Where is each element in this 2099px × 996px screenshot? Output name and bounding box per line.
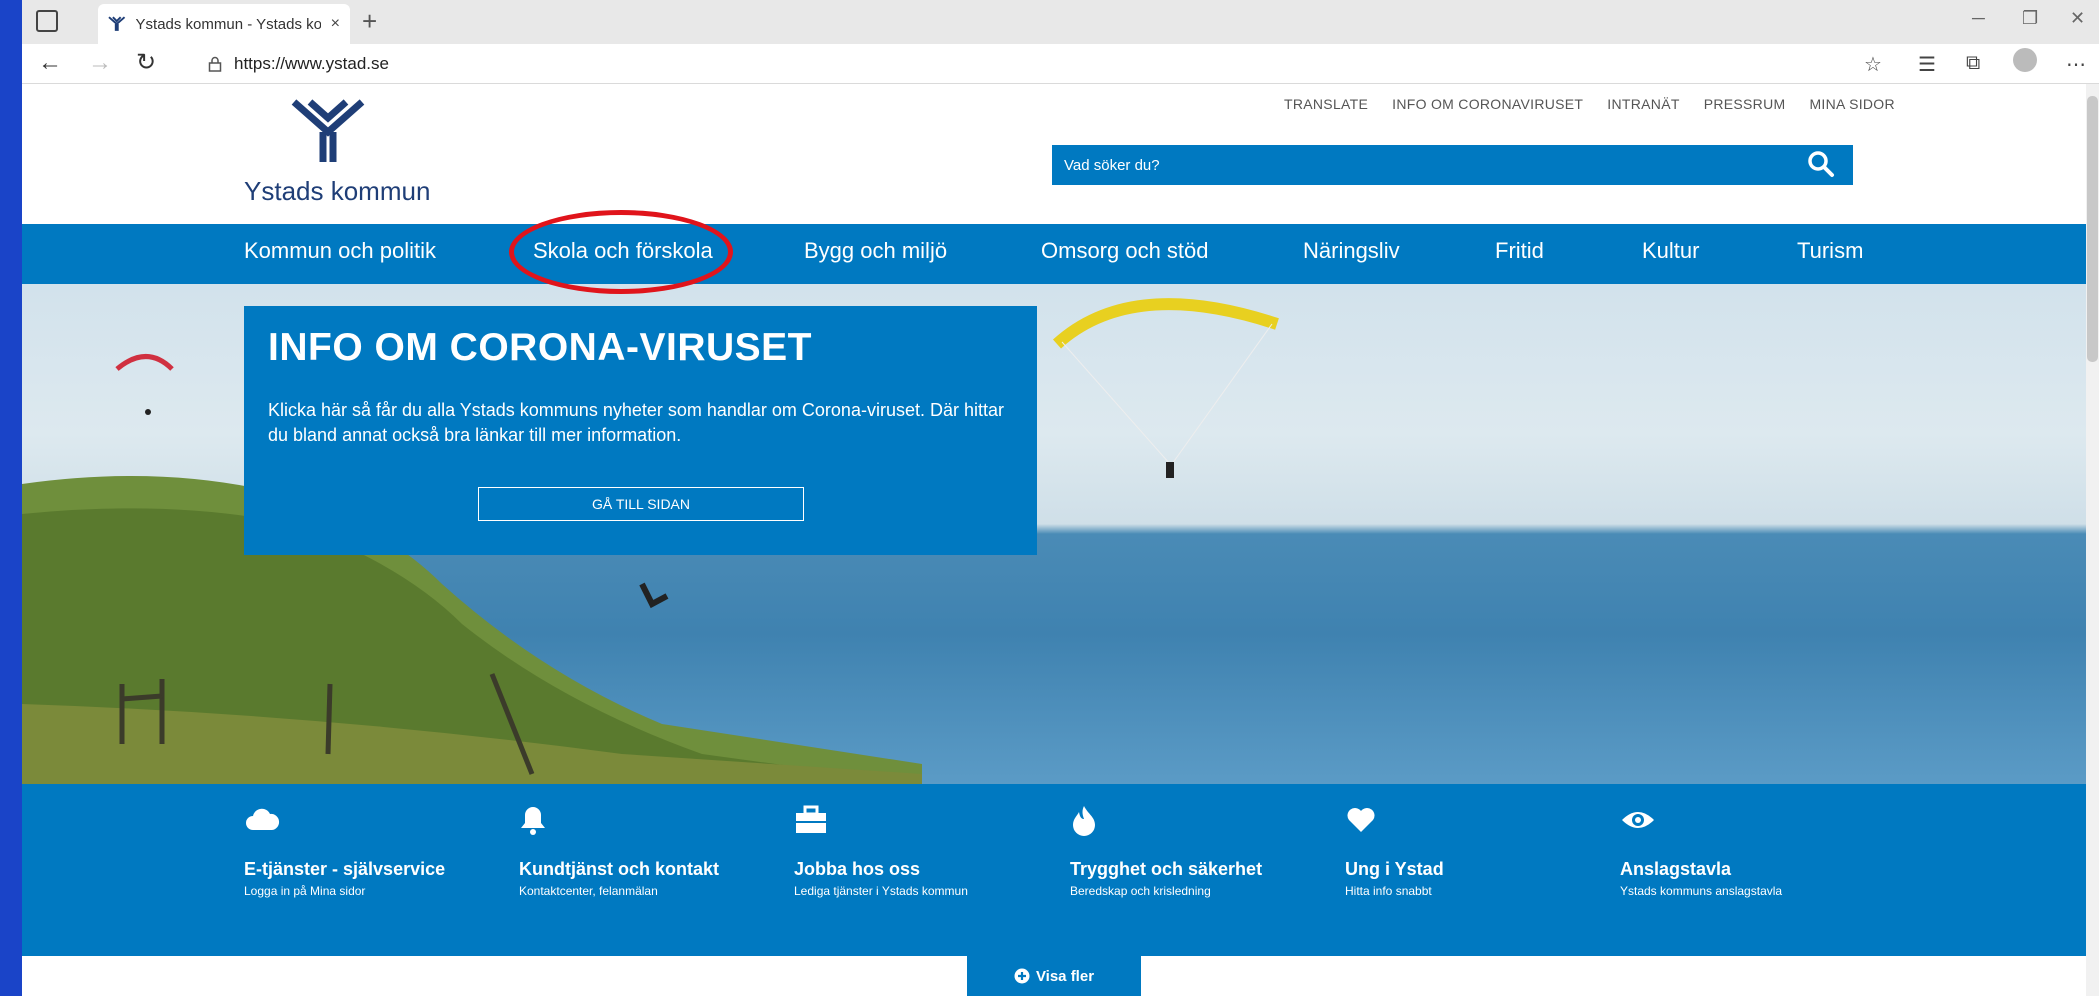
service-title: Jobba hos oss xyxy=(794,859,921,879)
service-subtitle: Kontaktcenter, felanmälan xyxy=(519,884,658,898)
tab-close-icon[interactable]: × xyxy=(331,15,340,33)
bell-icon xyxy=(521,807,545,835)
go-to-page-button[interactable]: GÅ TILL SIDAN xyxy=(478,487,804,521)
service-trygghet[interactable]: Trygghet och säkerhet Beredskap och kris… xyxy=(1070,804,1262,898)
favorite-add-icon[interactable]: ☆ xyxy=(1864,52,1882,77)
refresh-icon[interactable]: ↻ xyxy=(136,48,156,78)
service-subtitle: Ystads kommuns anslagstavla xyxy=(1620,884,1783,898)
nav-bygg-och-miljo[interactable]: Bygg och miljö xyxy=(804,238,947,264)
address-bar[interactable]: https://www.ystad.se xyxy=(194,49,1904,79)
service-anslagstavla[interactable]: Anslagstavla Ystads kommuns anslagstavla xyxy=(1620,804,1782,898)
nav-kommun-och-politik[interactable]: Kommun och politik xyxy=(244,238,436,264)
search-icon[interactable] xyxy=(1807,150,1835,178)
window-close-icon[interactable]: ✕ xyxy=(2070,8,2085,29)
favorites-icon[interactable]: ☰ xyxy=(1918,52,1936,77)
minimize-icon[interactable]: ─ xyxy=(1972,8,1985,29)
corona-info-box: INFO OM CORONA-VIRUSET Klicka här så får… xyxy=(244,306,1037,555)
service-jobba[interactable]: Jobba hos oss Lediga tjänster i Ystads k… xyxy=(794,804,968,898)
url-text: https://www.ystad.se xyxy=(234,54,389,73)
service-title: Trygghet och säkerhet xyxy=(1070,859,1263,879)
nav-turism[interactable]: Turism xyxy=(1797,238,1863,264)
new-tab-icon[interactable]: + xyxy=(362,6,377,36)
service-title: Anslagstavla xyxy=(1620,859,1732,879)
ystad-favicon-icon xyxy=(108,16,126,31)
heart-icon xyxy=(1347,808,1375,832)
site-header: Ystads kommun TRANSLATE INFO OM CORONAVI… xyxy=(22,84,2086,224)
scrollbar-thumb[interactable] xyxy=(2087,96,2098,362)
service-subtitle: Beredskap och krisledning xyxy=(1070,884,1211,898)
service-title: Kundtjänst och kontakt xyxy=(519,859,720,879)
service-subtitle: Lediga tjänster i Ystads kommun xyxy=(794,884,968,898)
service-subtitle: Hitta info snabbt xyxy=(1345,884,1432,898)
briefcase-icon xyxy=(796,805,826,833)
back-icon[interactable]: ← xyxy=(38,48,62,78)
corona-text: Klicka här så får du alla Ystads kommuns… xyxy=(268,400,1004,445)
service-kundtjanst[interactable]: Kundtjänst och kontakt Kontaktcenter, fe… xyxy=(519,804,719,898)
plus-circle-icon xyxy=(1014,968,1030,984)
cloud-icon xyxy=(246,808,280,830)
nav-omsorg-och-stod[interactable]: Omsorg och stöd xyxy=(1041,238,1209,264)
nav-kultur[interactable]: Kultur xyxy=(1642,238,1699,264)
browser-tab[interactable]: Ystads kommun - Ystads kommu × xyxy=(98,4,350,44)
services-band: E-tjänster - självservice Logga in på Mi… xyxy=(22,784,2086,956)
left-edge-strip xyxy=(0,0,22,996)
top-link-translate[interactable]: TRANSLATE xyxy=(1284,96,1368,112)
search-input[interactable]: Vad söker du? xyxy=(1052,145,1853,185)
eye-icon xyxy=(1622,812,1654,828)
top-link-corona-info[interactable]: INFO OM CORONAVIRUSET xyxy=(1392,96,1583,112)
service-e-tjanster[interactable]: E-tjänster - självservice Logga in på Mi… xyxy=(244,804,445,898)
top-links: TRANSLATE INFO OM CORONAVIRUSET INTRANÄT… xyxy=(1284,96,1895,112)
service-title: E-tjänster - självservice xyxy=(244,859,446,879)
tab-title: Ystads kommun - Ystads kommu xyxy=(135,15,321,33)
restore-icon[interactable]: ❐ xyxy=(2022,8,2038,29)
collections-icon[interactable]: ⧉ xyxy=(1966,52,1980,75)
show-more-label: Visa fler xyxy=(1035,967,1095,985)
top-link-my-pages[interactable]: MINA SIDOR xyxy=(1809,96,1894,112)
nav-fritid[interactable]: Fritid xyxy=(1495,238,1544,264)
top-link-intranet[interactable]: INTRANÄT xyxy=(1607,96,1679,112)
main-navigation: Kommun och politik Skola och förskola By… xyxy=(22,224,2086,284)
top-link-pressroom[interactable]: PRESSRUM xyxy=(1704,96,1786,112)
service-subtitle: Logga in på Mina sidor xyxy=(244,884,366,898)
corona-title: INFO OM CORONA-VIRUSET xyxy=(268,326,812,369)
service-title: Ung i Ystad xyxy=(1345,859,1444,879)
nav-naringsliv[interactable]: Näringsliv xyxy=(1303,238,1400,264)
highlight-annotation-ring xyxy=(509,210,733,294)
tab-actions-icon[interactable] xyxy=(36,10,58,32)
service-ung-i-ystad[interactable]: Ung i Ystad Hitta info snabbt xyxy=(1345,804,1444,898)
browser-toolbar: ← → ↻ https://www.ystad.se ☆ ☰ ⧉ ⋯ xyxy=(22,44,2099,84)
ystad-logo-icon[interactable] xyxy=(290,98,366,164)
more-icon[interactable]: ⋯ xyxy=(2066,52,2086,77)
search-placeholder: Vad söker du? xyxy=(1064,156,1160,174)
fire-icon xyxy=(1073,806,1095,836)
profile-avatar[interactable] xyxy=(2013,48,2037,72)
forward-icon[interactable]: → xyxy=(88,48,112,78)
browser-tabbar: Ystads kommun - Ystads kommu × + ─ ❐ ✕ xyxy=(22,0,2099,44)
lock-icon xyxy=(208,56,222,72)
logo-text[interactable]: Ystads kommun xyxy=(244,176,430,207)
show-more-button[interactable]: Visa fler xyxy=(967,956,1141,996)
